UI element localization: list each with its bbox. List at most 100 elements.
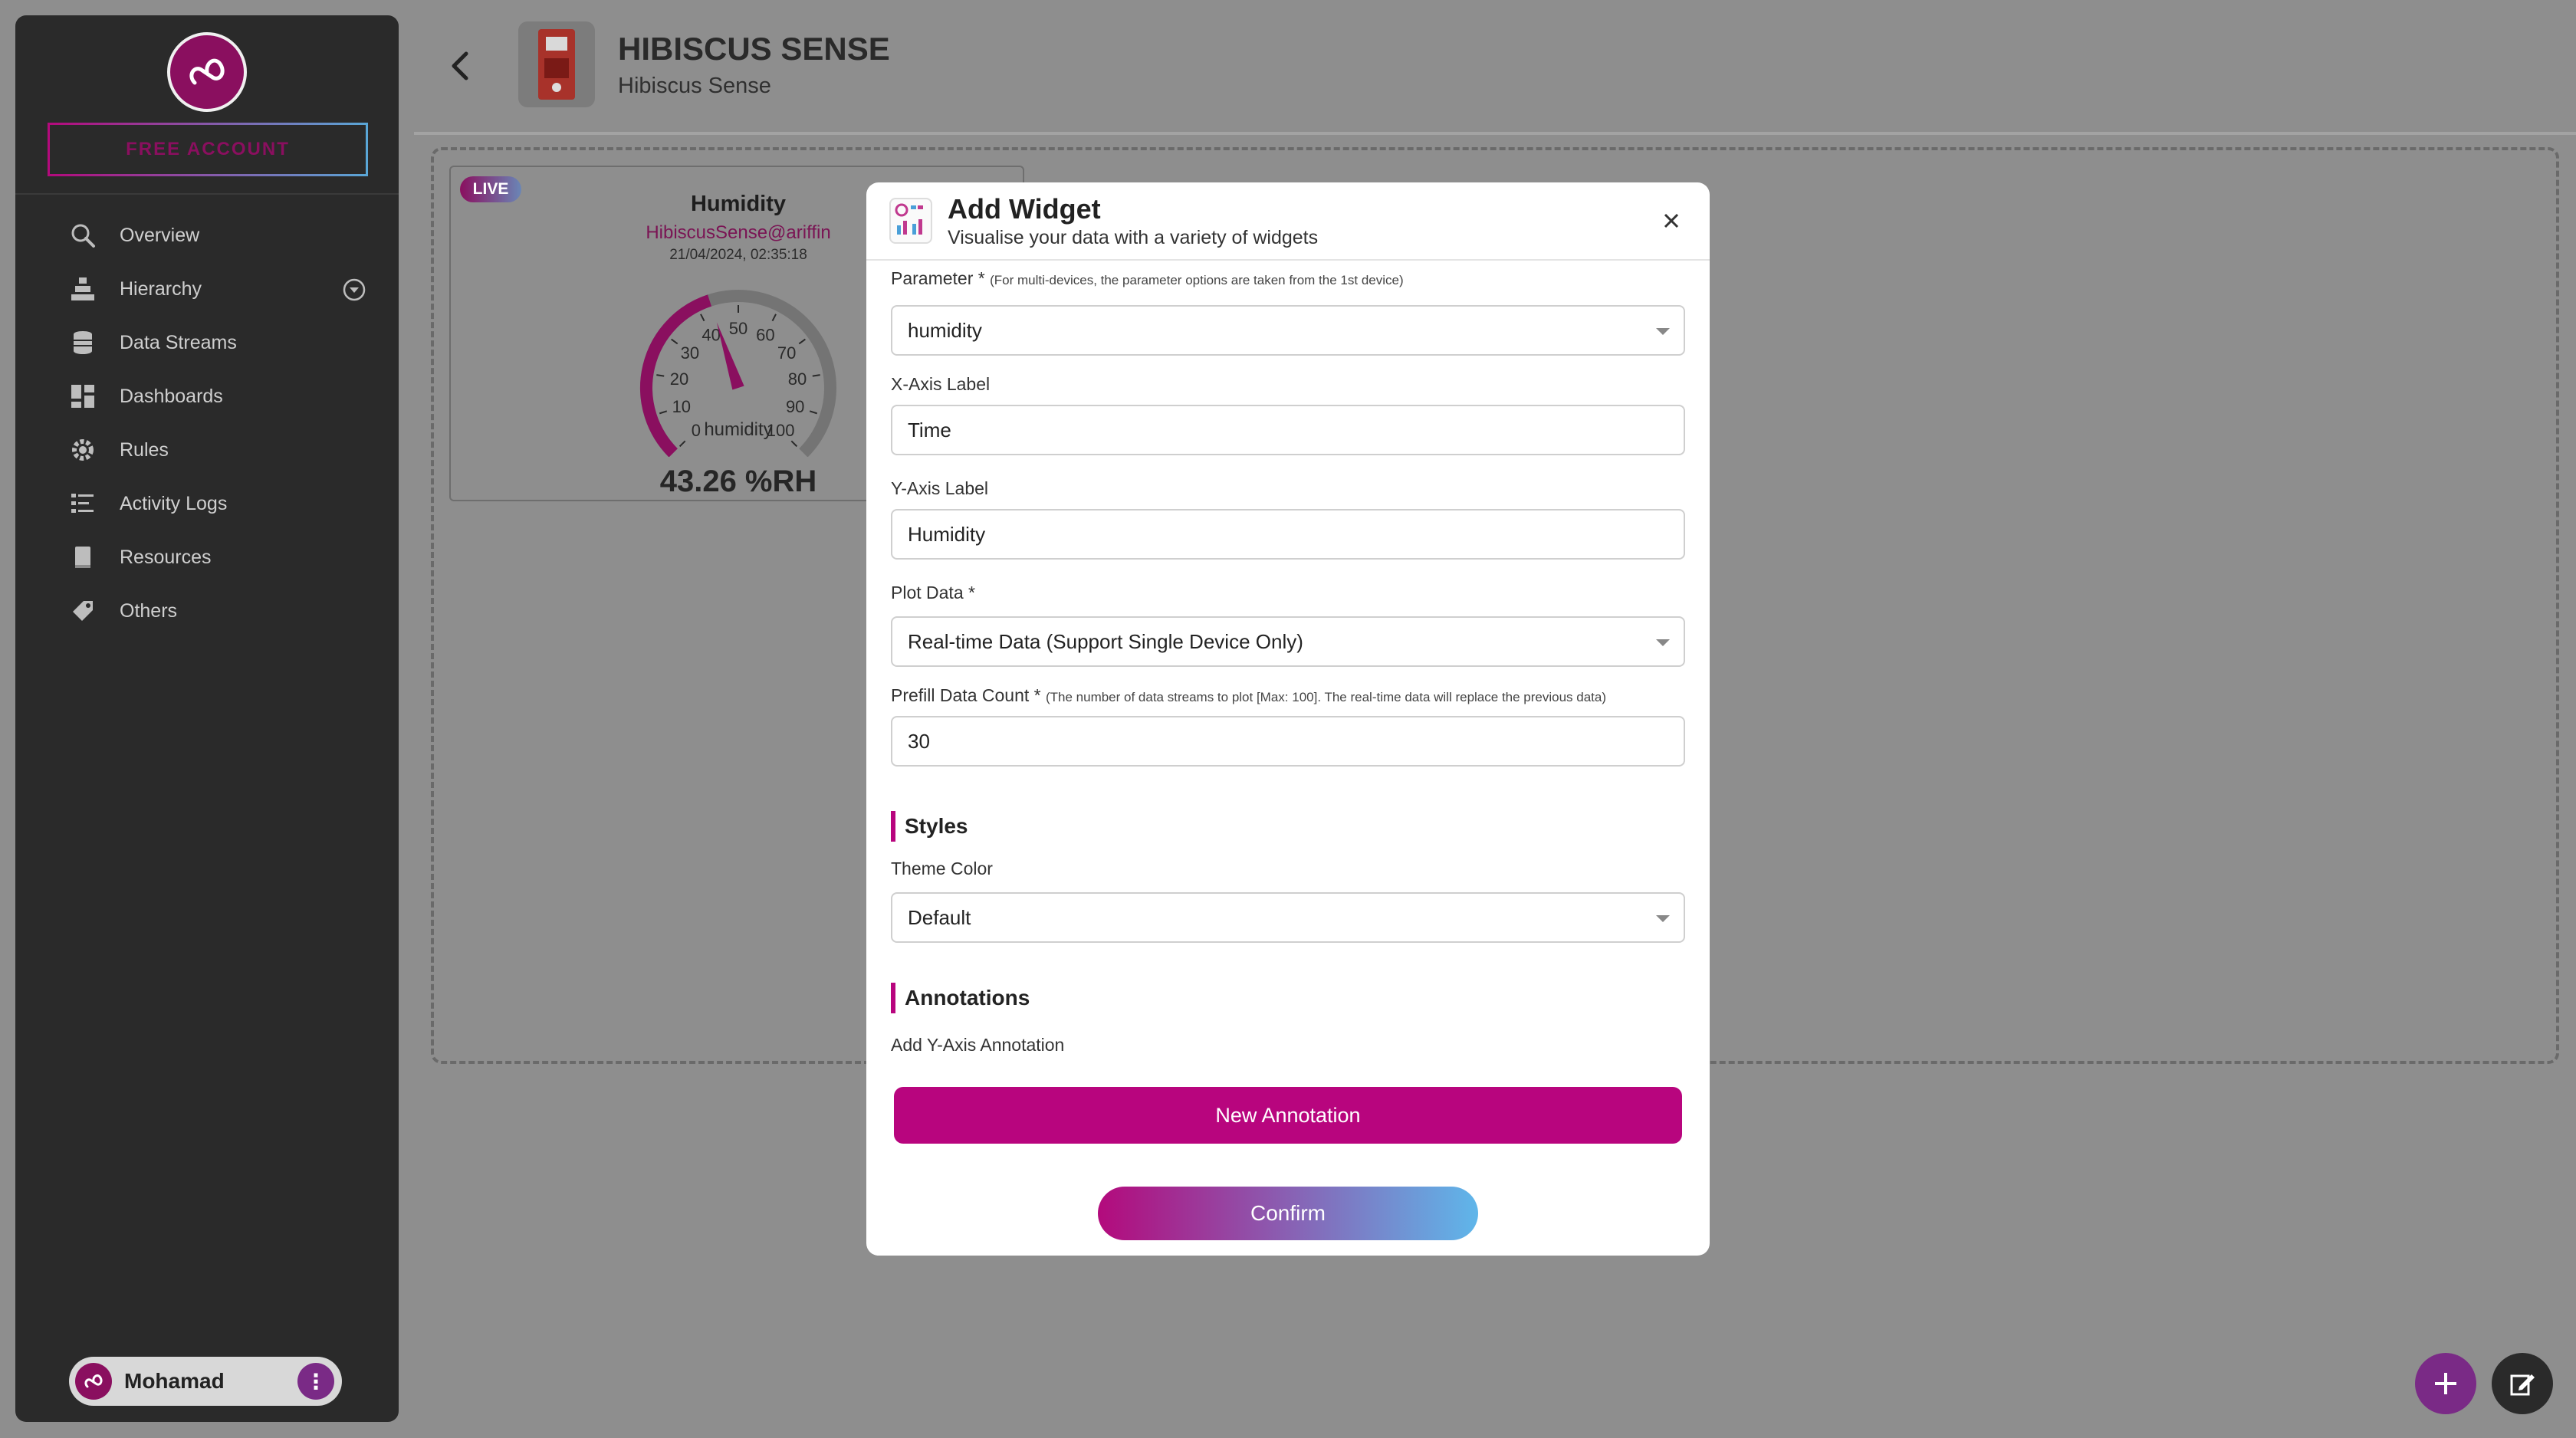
add-widget-fab[interactable] [2415,1353,2476,1414]
gauge-tick-label: 40 [702,326,720,345]
back-arrow-icon[interactable] [446,48,474,84]
gauge-tick-label: 80 [788,369,807,389]
gauge-tick [809,410,818,415]
sidebar-item-others[interactable]: Others [15,584,399,638]
theme-color-value: Default [908,906,971,929]
sidebar-item-dashboards[interactable]: Dashboards [15,369,399,423]
gauge: 010203040 50 60708090100 humidity [640,290,836,457]
plot-data-label: Plot Data * [891,583,975,602]
gauge-tick-label: 70 [777,343,796,363]
gauge-tick-label: 20 [670,369,688,389]
modal-title: Add Widget [948,193,1101,225]
sidebar-item-label: Data Streams [120,331,237,353]
gauge-tick [678,440,686,448]
chevron-down-icon [1656,639,1670,646]
edit-icon [2510,1374,2535,1396]
gauge-tick [671,338,678,345]
gauge-tick-label: 60 [756,326,774,345]
confirm-button[interactable]: Confirm [1098,1187,1478,1240]
styles-heading: Styles [891,811,968,842]
sidebar-divider [15,193,399,195]
parameter-note: (For multi-devices, the parameter option… [990,273,1404,287]
gauge-tick [771,314,777,322]
sidebar-item-label: Dashboards [120,385,223,407]
widget-chart-icon [889,198,932,244]
book-icon [69,543,97,571]
sidebar-item-label: Overview [120,224,200,246]
gauge-tick [659,410,668,415]
modal-subtitle: Visualise your data with a variety of wi… [948,227,1319,248]
sidebar-item-label: Rules [120,438,169,461]
sidebar-item-label: Activity Logs [120,492,228,514]
parameter-label: Parameter * (For multi-devices, the para… [891,268,1404,289]
page-subtitle: Hibiscus Sense [618,74,771,98]
sidebar-item-label: Hierarchy [120,277,202,300]
user-profile[interactable]: Mohamad ⋮ [69,1357,342,1406]
sidebar-item-resources[interactable]: Resources [15,530,399,584]
sidebar-item-label: Others [120,599,178,622]
device-image [518,21,595,107]
sidebar-item-label: Resources [120,546,212,568]
chevron-down-icon [1656,915,1670,922]
theme-color-label: Theme Color [891,859,993,878]
prefill-label: Prefill Data Count * (The number of data… [891,685,1606,706]
prefill-count-input[interactable]: 30 [891,716,1685,767]
annotations-heading: Annotations [891,983,1030,1013]
sidebar-nav: Overview Hierarchy Data Streams Dashboar… [15,208,399,638]
gauge-label: humidity [704,419,772,440]
sidebar: FREE ACCOUNT Overview Hierarchy Data Str… [15,15,399,1422]
sidebar-item-activity-logs[interactable]: Activity Logs [15,477,399,530]
chevron-down-icon[interactable] [342,277,366,307]
sidebar-item-overview[interactable]: Overview [15,208,399,262]
modal-header: Add Widget Visualise your data with a va… [866,182,1710,261]
gauge-tick [812,374,820,377]
gauge-tick [790,440,798,448]
yaxis-value: Humidity [908,523,986,546]
plot-data-select[interactable]: Real-time Data (Support Single Device On… [891,616,1685,667]
sidebar-item-rules[interactable]: Rules [15,423,399,477]
hierarchy-icon [69,275,97,303]
prefill-label-text: Prefill Data Count * [891,685,1041,705]
app-logo[interactable] [167,32,247,112]
user-name: Mohamad [124,1369,225,1393]
theme-color-select[interactable]: Default [891,892,1685,943]
free-account-button[interactable]: FREE ACCOUNT [48,123,368,176]
gauge-tick-label: 30 [681,343,699,363]
gauge-tick [700,314,705,322]
chevron-down-icon [1656,328,1670,335]
page-title: HIBISCUS SENSE [618,31,890,67]
xaxis-input[interactable]: Time [891,405,1685,455]
gauge-tick-label: 50 [729,319,748,338]
parameter-select[interactable]: humidity [891,305,1685,356]
prefill-count-value: 30 [908,730,930,753]
gauge-tick [656,374,665,377]
more-vertical-icon[interactable]: ⋮ [297,1363,334,1400]
xaxis-label: X-Axis Label [891,374,991,394]
plot-data-value: Real-time Data (Support Single Device On… [908,630,1303,653]
yaxis-input[interactable]: Humidity [891,509,1685,560]
add-y-annotation-label: Add Y-Axis Annotation [891,1035,1065,1055]
list-icon [69,490,97,517]
tag-icon [69,597,97,625]
parameter-value: humidity [908,319,982,342]
infinity-logo-icon [189,58,225,85]
add-widget-modal: Add Widget Visualise your data with a va… [866,182,1710,1256]
parameter-label-text: Parameter * [891,268,985,288]
avatar [75,1363,112,1400]
page-header: HIBISCUS SENSE Hibiscus Sense [414,0,2576,135]
sidebar-item-hierarchy[interactable]: Hierarchy [15,262,399,316]
gauge-tick-label: 0 [692,421,701,440]
gauge-tick-label: 90 [786,397,804,416]
close-icon[interactable] [1656,205,1687,236]
yaxis-label: Y-Axis Label [891,478,989,498]
gear-icon [69,436,97,464]
plus-icon [2435,1373,2456,1394]
gauge-tick [798,338,806,345]
xaxis-value: Time [908,419,951,442]
search-icon [69,222,97,249]
database-icon [69,329,97,356]
new-annotation-button[interactable]: New Annotation [894,1087,1682,1144]
edit-dashboard-fab[interactable] [2492,1353,2553,1414]
sidebar-item-data-streams[interactable]: Data Streams [15,316,399,369]
dashboard-icon [69,382,97,410]
